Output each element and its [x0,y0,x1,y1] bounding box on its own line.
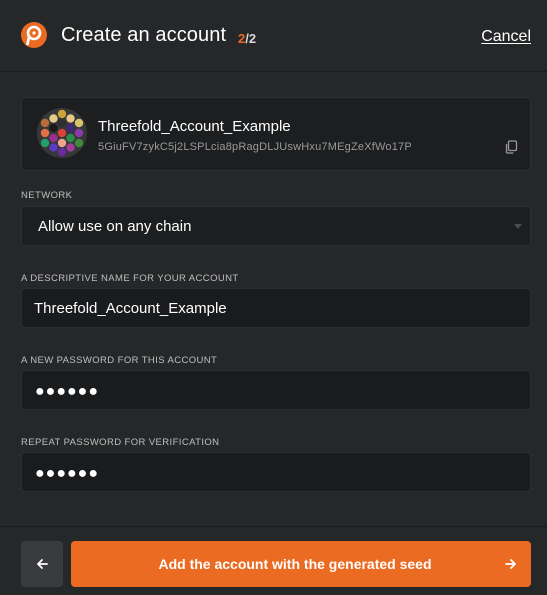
polkadot-logo-icon [21,22,47,48]
step-indicator: 2/2 [238,31,256,46]
repeat-password-label: REPEAT PASSWORD FOR VERIFICATION [21,437,220,448]
cancel-link[interactable]: Cancel [481,28,531,46]
account-name-input-value: Threefold_Account_Example [34,300,227,317]
step-total: /2 [245,31,257,46]
account-identicon [37,108,87,158]
account-name-input[interactable]: Threefold_Account_Example [21,288,531,328]
network-select-value: Allow use on any chain [38,218,192,235]
repeat-password-input-value: ●●●●●● [35,465,99,482]
account-address: 5GiuFV7zykC5j2LSPLcia8pRagDLJUswHxu7MEgZ… [98,141,412,153]
account-name: Threefold_Account_Example [98,118,291,135]
network-label: NETWORK [21,190,73,201]
footer: Add the account with the generated seed [0,526,547,595]
account-card: Threefold_Account_Example 5GiuFV7zykC5j2… [21,97,531,171]
chevron-down-icon [514,224,522,229]
add-account-button-label: Add the account with the generated seed [158,556,432,572]
password-label: A NEW PASSWORD FOR THIS ACCOUNT [21,355,218,366]
password-input-value: ●●●●●● [35,383,99,400]
add-account-button[interactable]: Add the account with the generated seed [71,541,531,587]
copy-icon[interactable] [504,140,518,154]
back-button[interactable] [21,541,63,587]
header: Create an account 2/2 Cancel [0,0,547,72]
password-input[interactable]: ●●●●●● [21,370,531,410]
arrow-left-icon [37,559,48,569]
page-title: Create an account [61,24,227,46]
repeat-password-input[interactable]: ●●●●●● [21,452,531,492]
network-select[interactable]: Allow use on any chain [21,206,531,246]
account-name-label: A DESCRIPTIVE NAME FOR YOUR ACCOUNT [21,273,239,284]
arrow-right-icon [505,559,516,569]
